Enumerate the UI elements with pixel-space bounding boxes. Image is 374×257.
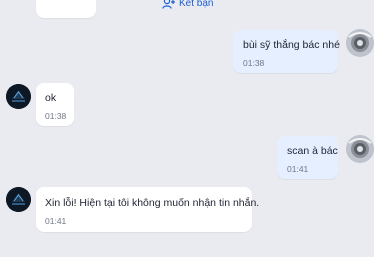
message-bubble-received[interactable]: Xin lỗi! Hiện tại tôi không muốn nhận ti… xyxy=(36,187,260,232)
chat-top-bar: Kết bạn xyxy=(0,0,374,12)
message-text: scan à bác xyxy=(287,145,338,157)
message-bubble-sent[interactable]: scan à bác 01:41 xyxy=(277,136,338,179)
profile-photo xyxy=(346,29,374,57)
contact-avatar[interactable] xyxy=(6,187,31,212)
message-bubble-sent[interactable]: bùi sỹ thắng bác nhé 01:38 xyxy=(233,30,340,73)
message-time: 01:41 xyxy=(287,164,309,174)
message-time: 01:38 xyxy=(243,58,265,68)
contact-avatar[interactable] xyxy=(6,84,31,109)
add-friend-button[interactable]: Kết bạn xyxy=(162,0,213,9)
message-time: 01:41 xyxy=(45,216,67,226)
message-time: 01:38 xyxy=(45,111,67,121)
add-friend-label: Kết bạn xyxy=(179,0,214,9)
contact-logo xyxy=(6,187,31,212)
message-text: bùi sỹ thắng bác nhé xyxy=(243,39,340,51)
message-text: Xin lỗi! Hiện tại tôi không muốn nhận ti… xyxy=(45,197,260,209)
profile-photo xyxy=(346,135,374,163)
message-bubble-received[interactable]: ok 01:38 xyxy=(36,83,74,126)
my-avatar[interactable] xyxy=(346,135,374,163)
add-user-icon xyxy=(162,0,176,9)
contact-logo xyxy=(6,84,31,109)
my-avatar[interactable] xyxy=(346,29,374,57)
message-text: ok xyxy=(45,92,57,104)
